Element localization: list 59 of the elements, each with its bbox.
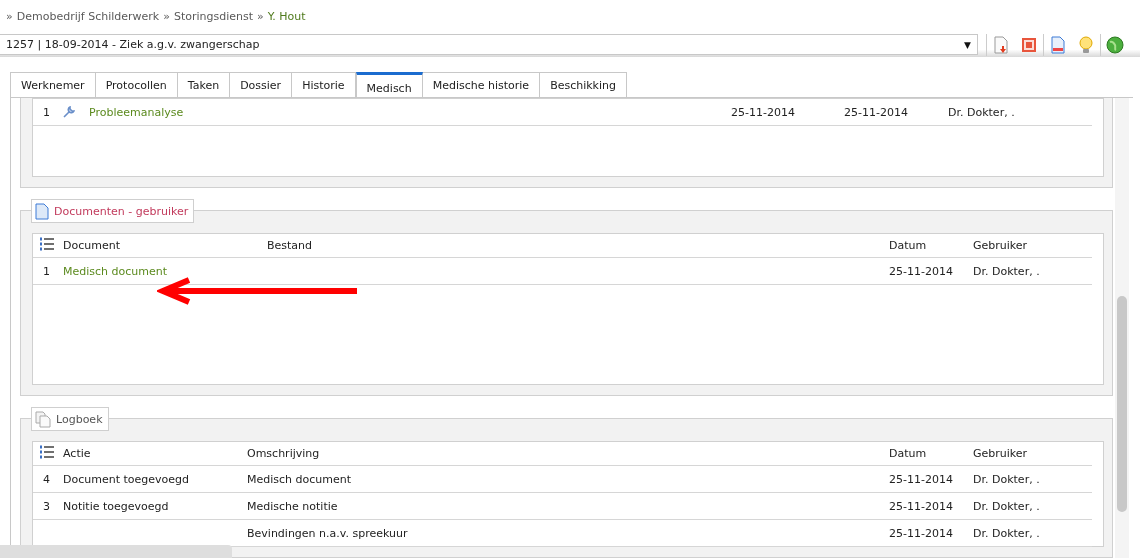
table-cell-text: Medische notitie <box>247 499 339 513</box>
task-link[interactable]: Probleemanalyse <box>89 105 731 119</box>
tab[interactable]: Historie <box>292 72 356 98</box>
column-header: Datum <box>889 447 928 460</box>
column-header: Gebruiker <box>973 447 1029 460</box>
table-cell-text: 25-11-2014 <box>889 499 954 513</box>
table-cell-text: Dr. Dokter, . <box>973 499 1041 513</box>
column-header: Bestand <box>267 239 314 252</box>
breadcrumb-separator: » <box>6 9 13 23</box>
document-link[interactable]: Medisch document <box>63 264 267 278</box>
row-number: 1 <box>42 105 51 119</box>
breadcrumb-link[interactable]: Storingsdienst <box>173 9 254 23</box>
lightbulb-icon <box>1078 35 1094 54</box>
table-cell-text: 25-11-2014 <box>889 264 954 278</box>
scrollbar-thumb[interactable] <box>1117 296 1127 512</box>
numbered-list-icon <box>39 237 55 251</box>
copy-icon <box>35 410 51 428</box>
tab[interactable]: Taken <box>177 72 231 98</box>
file-upload-icon <box>993 35 1009 54</box>
table-cell-text: Bevindingen n.a.v. spreekuur <box>247 526 409 540</box>
table-cell-text: Dr. Dokter, . <box>973 526 1041 540</box>
slides-icon <box>1021 36 1037 53</box>
tab[interactable]: Protocollen <box>95 72 178 98</box>
table-cell-text: 25-11-2014 <box>889 526 954 540</box>
document-icon <box>1051 35 1065 54</box>
table-cell-text: Dr. Dokter, . <box>948 105 1016 119</box>
section-title: Documenten - gebruiker <box>54 204 189 218</box>
column-header: Omschrijving <box>247 447 321 460</box>
breadcrumb-link[interactable]: Y. Hout <box>267 9 306 23</box>
column-header: Datum <box>889 239 928 252</box>
breadcrumb-separator: » <box>163 9 170 23</box>
row-number: 1 <box>42 264 51 278</box>
breadcrumb-link[interactable]: Demobedrijf Schilderwerk <box>16 9 160 23</box>
tab[interactable]: Beschikking <box>540 72 627 98</box>
column-header: Actie <box>63 447 92 460</box>
table-cell-text: 25-11-2014 <box>731 105 796 119</box>
tab[interactable]: Medisch <box>355 72 423 98</box>
tab[interactable]: Medische historie <box>422 72 541 98</box>
table-cell-text: 25-11-2014 <box>844 105 909 119</box>
section-title: Logboek <box>56 412 103 426</box>
table-cell-text: Dr. Dokter, . <box>973 472 1041 486</box>
document-icon <box>35 202 49 220</box>
tab[interactable]: Werknemer <box>10 72 96 98</box>
globe-icon <box>1106 35 1124 54</box>
wrench-icon <box>63 106 75 118</box>
breadcrumb-separator: » <box>257 9 264 23</box>
numbered-list-icon <box>39 445 55 459</box>
table-cell-text: Notitie toegevoegd <box>63 499 170 513</box>
table-cell-text: Dr. Dokter, . <box>973 264 1041 278</box>
table-cell-text: 25-11-2014 <box>889 472 954 486</box>
column-header: Document <box>63 239 121 252</box>
case-dropdown[interactable]: 1257 | 18-09-2014 - Ziek a.g.v. zwangerschap ▼ <box>0 34 978 55</box>
table-cell-text: Document toegevoegd <box>63 472 191 486</box>
tab[interactable]: Dossier <box>230 72 293 98</box>
row-number: 3 <box>42 499 51 513</box>
table-cell-text: Medisch document <box>247 472 353 486</box>
dropdown-caret: ▼ <box>964 39 971 50</box>
row-number: 4 <box>42 472 51 486</box>
column-header: Gebruiker <box>973 239 1029 252</box>
